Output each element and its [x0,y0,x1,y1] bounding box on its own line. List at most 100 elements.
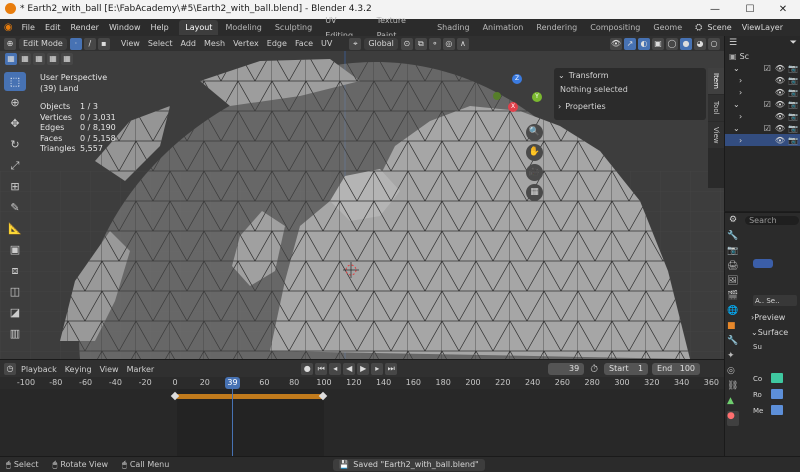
outliner-row-selected[interactable]: › 👁 📷 [725,134,800,146]
jump-start-icon[interactable]: ⏮ [315,363,328,375]
playhead-marker[interactable]: 39 [225,377,240,389]
menu-file[interactable]: File [17,19,40,36]
eye-icon[interactable]: 👁 [775,124,785,133]
play-icon[interactable]: ▶ [357,363,370,375]
camera-icon[interactable]: 📷 [788,64,798,73]
vertex-select-icon[interactable]: · [69,37,82,50]
tab-geometry-nodes[interactable]: Geome [647,20,688,35]
next-key-icon[interactable]: ▸ [371,363,384,375]
select-intersect-icon[interactable]: ▦ [61,53,73,65]
eye-icon[interactable]: 👁 [775,100,785,109]
tab-modeling[interactable]: Modeling [219,20,267,35]
wireframe-shading-icon[interactable]: ◯ [666,37,678,50]
eye-icon[interactable]: 👁 [775,64,785,73]
roughness-field[interactable] [771,389,783,399]
menu-select[interactable]: Select [144,36,177,51]
camera-view-icon[interactable]: 🎥 [526,164,543,181]
tab-item[interactable]: Item [708,68,724,94]
rotate-tool-icon[interactable]: ↻ [4,135,26,154]
tab-tool[interactable]: Tool [708,95,724,121]
menu-uv[interactable]: UV [317,36,336,51]
tab-shading[interactable]: Shading [431,20,476,35]
annotate-tool-icon[interactable]: ✎ [4,198,26,217]
outliner-row[interactable]: ⌄ ☑ 👁 📷 [725,62,800,74]
blender-menu-icon[interactable]: ◉ [0,22,17,33]
base-color-swatch[interactable] [771,373,783,383]
clock-icon[interactable]: ⏱ [590,364,598,375]
camera-icon[interactable]: 📷 [788,88,798,97]
record-icon[interactable]: ● [301,363,314,375]
outliner-row[interactable]: ⌄ ☑ 👁 📷 [725,122,800,134]
eye-icon[interactable]: 👁 [775,76,785,85]
orientation-selector[interactable]: Global [364,37,398,50]
tool-tab-icon[interactable]: 🔧 [727,231,739,246]
properties-panel-header[interactable]: › Properties [554,96,706,111]
view-layer-tab-icon[interactable]: 🖼 [727,276,739,291]
camera-icon[interactable]: 📷 [788,100,798,109]
visibility-icon[interactable]: 👁 [610,37,622,50]
snap-icon[interactable]: ⧉ [414,37,427,50]
properties-search[interactable]: Search [745,215,799,225]
select-extend-icon[interactable]: ▦ [19,53,31,65]
menu-playback[interactable]: Playback [17,362,61,377]
scene-tab-icon[interactable]: 🎬 [727,291,739,306]
tab-rendering[interactable]: Rendering [530,20,583,35]
tab-compositing[interactable]: Compositing [584,20,646,35]
eye-icon[interactable]: 👁 [775,112,785,121]
checkbox-icon[interactable]: ☑ [764,100,771,109]
overlay-toggle-icon[interactable]: ◐ [638,37,650,50]
transform-panel-header[interactable]: ⌄ Transform [554,68,706,83]
gizmo-z-axis[interactable]: Z [512,74,522,84]
close-button[interactable]: ✕ [766,0,800,19]
menu-window[interactable]: Window [104,19,146,36]
maximize-button[interactable]: ☐ [733,0,767,19]
navigation-gizmo[interactable]: Z Y X [488,74,544,124]
eye-icon[interactable]: 👁 [775,88,785,97]
menu-edge[interactable]: Edge [263,36,291,51]
transform-tool-icon[interactable]: ⊞ [4,177,26,196]
scene-selector[interactable]: Scene [702,19,736,36]
extrude-tool-icon[interactable]: ⧈ [4,261,26,280]
camera-icon[interactable]: 📷 [788,136,798,145]
menu-keying[interactable]: Keying [61,362,96,377]
xray-icon[interactable]: ▣ [652,37,664,50]
timeline-ruler[interactable]: -100-80-60-40-20020406080100120140160180… [0,377,724,389]
render-tab-icon[interactable]: 📷 [727,246,739,261]
select-subtract-icon[interactable]: ▦ [33,53,45,65]
rendered-shading-icon[interactable]: ○ [708,37,720,50]
outliner-row[interactable]: › 👁 📷 [725,74,800,86]
material-shading-icon[interactable]: ◕ [694,37,706,50]
filter-icon[interactable]: ⏷ [790,38,797,48]
outliner-row[interactable]: › 👁 📷 [725,110,800,122]
material-name-field[interactable]: A.. Se.. [753,295,797,306]
menu-marker[interactable]: Marker [123,362,159,377]
bevel-tool-icon[interactable]: ◪ [4,303,26,322]
zoom-icon[interactable]: 🔍 [526,124,543,141]
ortho-grid-icon[interactable]: ▦ [526,184,543,201]
editor-type-icon[interactable]: ⊕ [4,37,16,50]
minimize-button[interactable]: — [698,0,732,19]
jump-end-icon[interactable]: ⏭ [385,363,398,375]
menu-face[interactable]: Face [291,36,317,51]
add-cube-tool-icon[interactable]: ▣ [4,240,26,259]
menu-add[interactable]: Add [177,36,201,51]
loop-cut-tool-icon[interactable]: ▥ [4,324,26,343]
gizmo-x-axis[interactable]: X [508,102,518,112]
select-invert-icon[interactable]: ▦ [47,53,59,65]
menu-view[interactable]: View [117,36,144,51]
modifier-tab-icon[interactable]: 🔧 [727,336,739,351]
tab-sculpting[interactable]: Sculpting [269,20,318,35]
properties-editor-icon[interactable]: ⚙ [729,215,737,225]
pivot-icon[interactable]: ⊙ [400,37,413,50]
proportional-edit-icon[interactable]: ◎ [442,37,455,50]
material-slot[interactable] [753,259,773,268]
outliner-editor-icon[interactable]: ☰ [729,38,737,48]
move-tool-icon[interactable]: ✥ [4,114,26,133]
select-new-icon[interactable]: ▦ [5,53,17,65]
camera-icon[interactable]: 📷 [788,112,798,121]
menu-timeline-view[interactable]: View [96,362,123,377]
camera-icon[interactable]: 📷 [788,124,798,133]
metallic-field[interactable] [771,405,783,415]
eye-icon[interactable]: 👁 [775,136,785,145]
menu-vertex[interactable]: Vertex [229,36,263,51]
